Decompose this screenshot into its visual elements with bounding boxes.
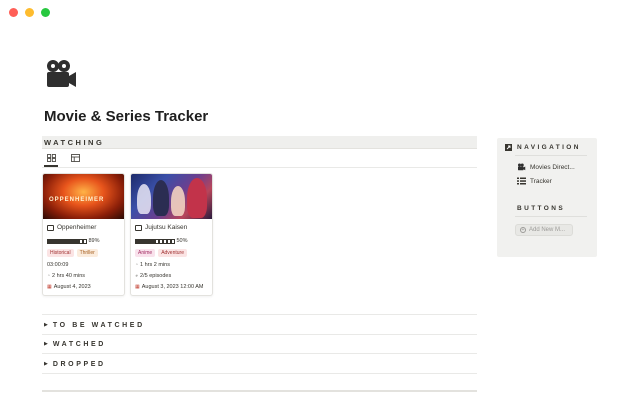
- watching-section-header: WATCHING: [42, 136, 477, 149]
- toggle-label: DROPPED: [52, 360, 106, 368]
- episodes-value: 2/5 episodes: [140, 273, 172, 279]
- minimize-window-button[interactable]: [25, 8, 34, 17]
- clock-icon: ◔: [47, 273, 51, 279]
- cover-text: OPPENHEIMER: [49, 197, 105, 203]
- buttons-header: BUTTONS: [517, 205, 565, 212]
- tag: Anime: [135, 249, 156, 257]
- table-view-icon: [70, 154, 80, 162]
- triangle-right-icon[interactable]: ▶: [44, 341, 48, 347]
- triangle-right-icon[interactable]: ▶: [44, 322, 48, 328]
- page-title: Movie & Series Tracker: [44, 108, 209, 125]
- panel-divider: [515, 216, 587, 217]
- runtime-field: 03:00:09: [47, 262, 120, 268]
- clock-icon: ◔: [135, 262, 139, 268]
- progress-row: 89%: [47, 238, 120, 244]
- divider: [42, 334, 477, 335]
- plus-icon: +: [520, 227, 526, 233]
- progress-label: 50%: [176, 238, 188, 244]
- runtime-value: 03:00:09: [47, 262, 69, 268]
- triangle-right-icon[interactable]: ▶: [44, 361, 48, 367]
- tv-icon: [135, 224, 142, 231]
- genre-tags: Historical Thriller: [47, 249, 120, 257]
- toggle-to-be-watched[interactable]: ▶ TO BE WATCHED: [44, 318, 477, 332]
- tag: Adventure: [158, 249, 187, 257]
- duration-value: 2 hrs 40 mins: [52, 273, 86, 279]
- episodes-icon: ◕: [135, 273, 139, 279]
- duration-row: ◔ 1 hrs 2 mins: [135, 262, 208, 268]
- calendar-icon: ▦: [47, 284, 52, 290]
- panel-divider: [515, 155, 587, 156]
- movie-camera-icon[interactable]: [44, 58, 78, 90]
- movie-camera-icon: [518, 163, 526, 171]
- sidebar-panel: NAVIGATION Movies Direct... Tracker BUTT…: [497, 138, 597, 257]
- buttons-heading: BUTTONS: [517, 205, 566, 212]
- gallery-card-oppenheimer[interactable]: OPPENHEIMER Oppenheimer 89% Historical T…: [42, 173, 125, 296]
- date-row: ▦ August 3, 2023 12:00 AM: [135, 284, 208, 290]
- tabs-divider: [42, 167, 477, 168]
- date-row: ▦ August 4, 2023: [47, 284, 120, 290]
- progress-row: 50%: [135, 238, 208, 244]
- divider: [42, 353, 477, 354]
- nav-item-label: Movies Direct...: [530, 163, 575, 171]
- duration-value: 1 hrs 2 mins: [140, 262, 170, 268]
- list-icon: [517, 177, 526, 185]
- toggle-dropped[interactable]: ▶ DROPPED: [44, 357, 477, 371]
- divider: [42, 373, 477, 374]
- progress-bar: [47, 238, 87, 244]
- close-window-button[interactable]: [9, 8, 18, 17]
- nav-item-label: Tracker: [530, 177, 552, 185]
- card-title-row: Jujutsu Kaisen: [135, 224, 208, 231]
- nav-item-movies-directory[interactable]: Movies Direct...: [517, 163, 575, 171]
- nav-item-tracker[interactable]: Tracker: [517, 177, 552, 185]
- card-title: Jujutsu Kaisen: [145, 224, 188, 231]
- gallery-card-jujutsu-kaisen[interactable]: Jujutsu Kaisen 50% Anime Adventure ◔ 1 h…: [130, 173, 213, 296]
- watching-heading: WATCHING: [44, 138, 105, 147]
- date-value: August 3, 2023 12:00 AM: [141, 284, 204, 290]
- divider: [42, 390, 477, 392]
- date-value: August 4, 2023: [53, 284, 91, 290]
- gallery-view-icon: [46, 153, 56, 162]
- toggle-watched[interactable]: ▶ WATCHED: [44, 337, 477, 351]
- window-controls: [9, 8, 50, 17]
- progress-bar: [135, 238, 175, 244]
- tag: Historical: [47, 249, 74, 257]
- add-button-label: Add New M...: [529, 227, 566, 233]
- add-new-movie-button[interactable]: + Add New M...: [515, 224, 573, 236]
- navigation-heading: NAVIGATION: [517, 144, 581, 151]
- episodes-row: ◕ 2/5 episodes: [135, 273, 208, 279]
- duration-row: ◔ 2 hrs 40 mins: [47, 273, 120, 279]
- calendar-icon: ▦: [135, 284, 140, 290]
- genre-tags: Anime Adventure: [135, 249, 208, 257]
- divider: [42, 314, 477, 315]
- tv-icon: [47, 224, 54, 231]
- maximize-window-button[interactable]: [41, 8, 50, 17]
- tag: Thriller: [76, 249, 98, 257]
- card-title: Oppenheimer: [57, 224, 97, 231]
- gallery-view-tab[interactable]: [44, 152, 58, 167]
- toggle-label: TO BE WATCHED: [52, 321, 145, 329]
- view-tabs: [44, 152, 82, 167]
- navigation-header: NAVIGATION: [505, 144, 581, 151]
- table-view-tab[interactable]: [68, 152, 82, 164]
- card-cover-image: OPPENHEIMER: [43, 174, 124, 219]
- arrow-up-right-icon: [505, 144, 512, 151]
- card-title-row: Oppenheimer: [47, 224, 120, 231]
- toggle-label: WATCHED: [52, 340, 106, 348]
- progress-label: 89%: [88, 238, 100, 244]
- card-cover-image: [131, 174, 212, 219]
